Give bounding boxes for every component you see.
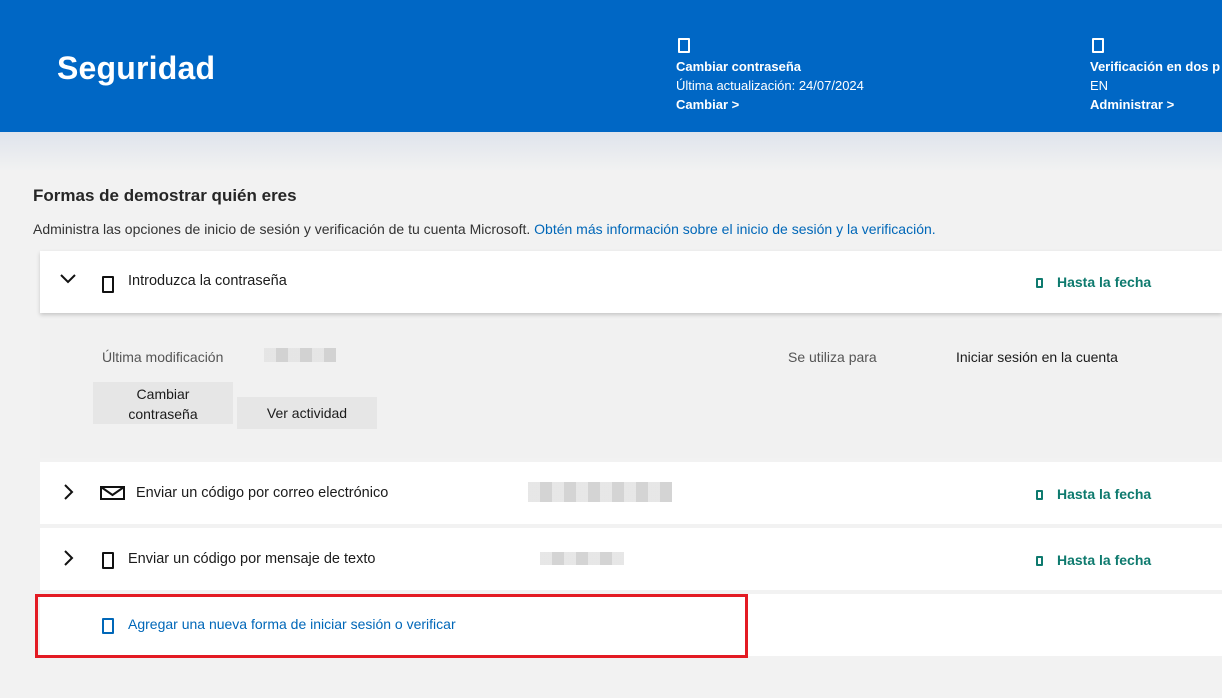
last-updated-text: Última actualización: 24/07/2024 <box>676 78 864 93</box>
change-password-title: Cambiar contraseña <box>676 59 801 74</box>
learn-more-link[interactable]: Obtén más información sobre el inicio de… <box>534 221 936 237</box>
view-activity-button[interactable]: Ver actividad <box>237 397 377 429</box>
used-for-value: Iniciar sesión en la cuenta <box>956 349 1118 365</box>
phone-icon <box>102 276 114 293</box>
used-for-label: Se utiliza para <box>788 349 877 365</box>
section-title: Formas de demostrar quién eres <box>33 186 297 205</box>
change-password-button[interactable]: Cambiar contraseña <box>93 382 233 424</box>
redacted-date <box>264 348 336 362</box>
last-modified-label: Última modificación <box>102 349 224 365</box>
status-phone-icon <box>1036 556 1043 566</box>
description-text: Administra las opciones de inicio de ses… <box>33 221 531 237</box>
method-row-sms[interactable]: Enviar un código por mensaje de texto Ha… <box>40 528 1222 590</box>
method-label: Enviar un código por correo electrónico <box>136 485 389 501</box>
add-method-link[interactable]: Agregar una nueva forma de iniciar sesió… <box>128 616 456 632</box>
redacted-email <box>528 482 672 502</box>
phone-icon <box>102 552 114 569</box>
phone-icon <box>1092 38 1104 53</box>
change-password-card: Cambiar contraseña Última actualización:… <box>676 38 864 114</box>
chevron-right-icon[interactable] <box>58 482 78 502</box>
status-text: Hasta la fecha <box>1057 274 1152 290</box>
two-step-title: Verificación en dos p <box>1090 59 1221 74</box>
password-details-panel: Última modificación Se utiliza para Inic… <box>40 320 1222 458</box>
method-label: Introduzca la contraseña <box>128 273 287 289</box>
chevron-down-icon[interactable] <box>58 269 78 289</box>
add-method-row[interactable]: Agregar una nueva forma de iniciar sesió… <box>40 594 1222 656</box>
status-badge: Hasta la fecha <box>1036 552 1151 568</box>
status-badge: Hasta la fecha <box>1036 274 1151 290</box>
method-row-email[interactable]: Enviar un código por correo electrónico … <box>40 462 1222 524</box>
method-row-password[interactable]: Introduzca la contraseña Hasta la fecha <box>40 251 1222 313</box>
change-password-link[interactable]: Cambiar > <box>676 95 864 114</box>
two-step-state: EN <box>1090 78 1109 93</box>
status-phone-icon <box>1036 490 1043 500</box>
status-text: Hasta la fecha <box>1057 552 1152 568</box>
security-header: Seguridad Cambiar contraseña Última actu… <box>0 0 1222 132</box>
two-step-verification-card: Verificación en dos p EN Administrar > <box>1090 38 1220 114</box>
phone-icon <box>678 38 690 53</box>
status-badge: Hasta la fecha <box>1036 486 1151 502</box>
status-text: Hasta la fecha <box>1057 486 1152 502</box>
method-label: Enviar un código por mensaje de texto <box>128 551 376 567</box>
manage-two-step-link[interactable]: Administrar > <box>1090 95 1220 114</box>
chevron-right-icon[interactable] <box>58 548 78 568</box>
redacted-phone <box>540 552 624 565</box>
page-title: Seguridad <box>57 50 216 86</box>
header-shadow-band <box>0 132 1222 172</box>
status-phone-icon <box>1036 278 1043 288</box>
section-description: Administra las opciones de inicio de ses… <box>33 221 936 237</box>
phone-icon <box>102 618 114 634</box>
mail-icon <box>100 486 125 500</box>
